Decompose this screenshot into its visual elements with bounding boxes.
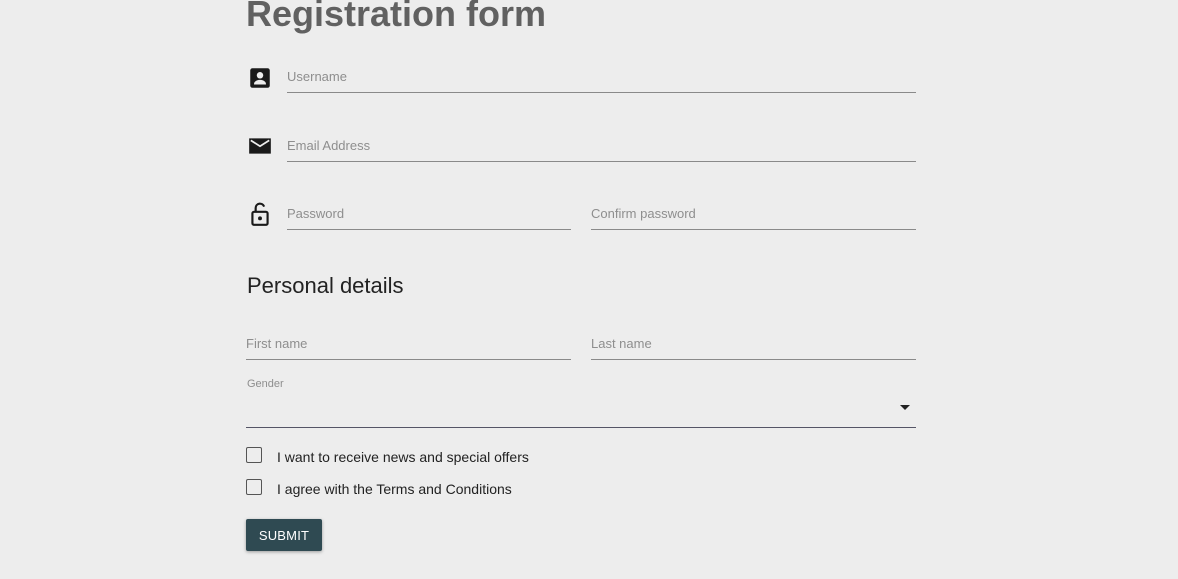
first-name-input[interactable] bbox=[246, 329, 571, 357]
confirm-password-input[interactable] bbox=[591, 199, 916, 227]
form-title: Registration form bbox=[246, 0, 547, 34]
account-box-icon bbox=[247, 65, 273, 91]
terms-option: I agree with the Terms and Conditions bbox=[246, 477, 512, 497]
confirm-password-field bbox=[591, 193, 916, 230]
username-input[interactable] bbox=[287, 62, 916, 90]
password-field bbox=[287, 193, 571, 230]
terms-label: I agree with the Terms and Conditions bbox=[277, 481, 512, 497]
gender-select[interactable] bbox=[246, 392, 916, 428]
newsletter-option: I want to receive news and special offer… bbox=[246, 445, 529, 465]
last-name-input[interactable] bbox=[591, 329, 916, 357]
registration-page: Registration form Personal details bbox=[0, 0, 1178, 579]
last-name-field bbox=[591, 323, 916, 360]
newsletter-checkbox[interactable] bbox=[246, 447, 262, 463]
username-field bbox=[287, 56, 916, 93]
gender-label: Gender bbox=[247, 378, 284, 390]
password-input[interactable] bbox=[287, 199, 571, 227]
first-name-field bbox=[246, 323, 571, 360]
personal-details-heading: Personal details bbox=[247, 273, 404, 298]
email-field bbox=[287, 125, 916, 162]
newsletter-label: I want to receive news and special offer… bbox=[277, 449, 529, 465]
lock-open-icon bbox=[247, 201, 273, 227]
email-icon bbox=[247, 133, 273, 159]
terms-checkbox[interactable] bbox=[246, 479, 262, 495]
email-input[interactable] bbox=[287, 131, 916, 159]
submit-button[interactable]: SUBMIT bbox=[246, 519, 322, 551]
dropdown-arrow-icon bbox=[900, 405, 910, 410]
